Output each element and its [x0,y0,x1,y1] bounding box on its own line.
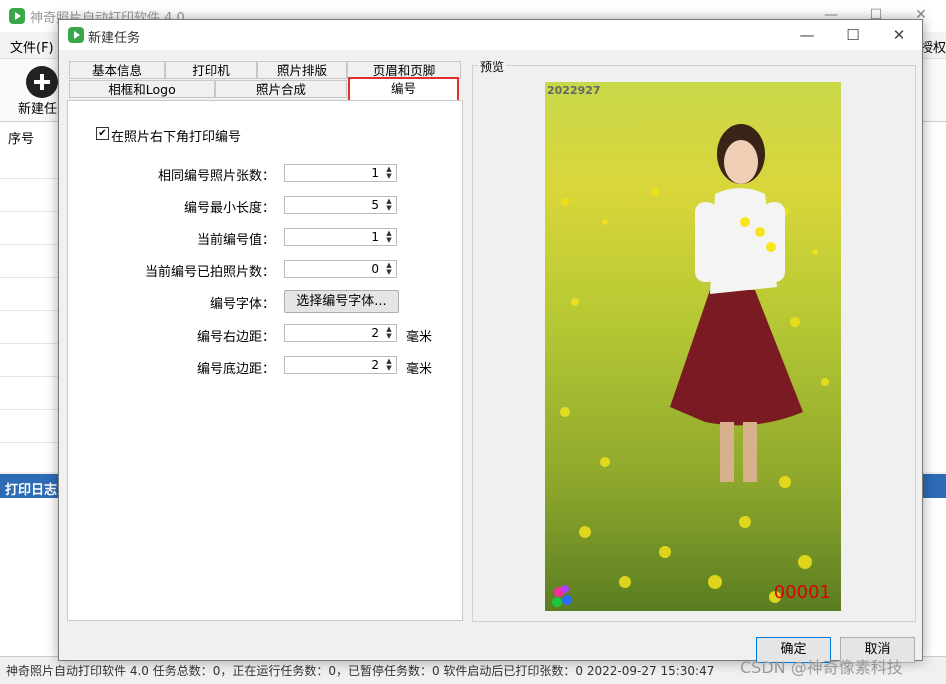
tab-photo-composite[interactable]: 照片合成 [215,80,347,98]
bottom-margin-value: 2 [371,358,379,372]
stepper-arrows-icon[interactable]: ▲ ▼ [384,230,394,244]
bottom-margin-stepper[interactable]: 2 ▲ ▼ [284,356,397,374]
same-count-label: 相同编号照片张数： [157,169,275,184]
preview-photo: 2022927 00001 [545,82,841,611]
table-row [0,277,60,278]
preview-photo-image [552,124,829,607]
min-length-value: 5 [371,198,379,212]
menu-file[interactable]: 文件(F) [10,37,54,56]
same-count-value: 1 [371,166,379,180]
choose-font-button[interactable]: 选择编号字体... [284,290,399,313]
new-task-dialog: 新建任务 — ☐ ✕ 基本信息 打印机 照片排版 页眉和页脚 相框和Logo 照… [58,19,923,663]
stepper-arrows-icon[interactable]: ▲ ▼ [384,326,394,340]
app-icon [9,8,25,24]
table-row [0,211,60,212]
bottom-margin-label: 编号底边距： [196,362,275,377]
dialog-maximize-icon[interactable]: ☐ [837,23,869,47]
watermark: CSDN @神奇像素科技 [740,658,903,677]
right-margin-label: 编号右边距： [196,330,275,345]
tab-photo-layout[interactable]: 照片排版 [257,61,347,79]
right-margin-unit: 毫米 [406,330,433,345]
status-text: 神奇照片自动打印软件 4.0 任务总数：0，正在运行任务数：0，已暂停任务数：0… [6,664,715,678]
tab-basic-info[interactable]: 基本信息 [69,61,165,79]
tab-printer[interactable]: 打印机 [165,61,257,79]
current-shot-value: 0 [371,262,379,276]
current-shot-stepper[interactable]: 0 ▲ ▼ [284,260,397,278]
log-title: 打印日志 [5,483,58,498]
menu-authorize[interactable]: 授权 [920,37,946,56]
table-row [0,409,60,410]
preview-number: 00001 [773,582,831,603]
dialog-close-icon[interactable]: ✕ [883,23,915,47]
add-task-icon[interactable] [26,66,58,98]
tab-frame-logo[interactable]: 相框和Logo [69,80,215,98]
stepper-arrows-icon[interactable]: ▲ ▼ [384,262,394,276]
table-row [0,442,60,443]
table-row [0,244,60,245]
current-shot-label: 当前编号已拍照片数： [144,265,275,280]
print-number-checkbox-label[interactable]: 在照片右下角打印编号 [111,126,241,145]
preview-title: 预览 [478,58,507,75]
stepper-arrows-icon[interactable]: ▲ ▼ [384,198,394,212]
print-number-checkbox[interactable]: ✔ [96,127,109,140]
font-label: 编号字体： [209,297,275,312]
tab-numbering[interactable]: 编号 [348,77,459,101]
dialog-app-icon [68,27,84,43]
dialog-minimize-icon[interactable]: — [791,23,823,47]
current-value-value: 1 [371,230,379,244]
preview-stamp: 2022927 [547,84,601,97]
right-margin-stepper[interactable]: 2 ▲ ▼ [284,324,397,342]
stepper-arrows-icon[interactable]: ▲ ▼ [384,166,394,180]
bottom-margin-unit: 毫米 [406,362,433,377]
dialog-title: 新建任务 [88,31,141,46]
table-header-index: 序号 [8,132,35,147]
table-row [0,343,60,344]
min-length-label: 编号最小长度： [183,201,275,216]
table-row [0,376,60,377]
current-value-stepper[interactable]: 1 ▲ ▼ [284,228,397,246]
stepper-arrows-icon[interactable]: ▲ ▼ [384,358,394,372]
table-row [0,310,60,311]
table-row [0,178,60,179]
right-margin-value: 2 [371,326,379,340]
same-count-stepper[interactable]: 1 ▲ ▼ [284,164,397,182]
current-value-label: 当前编号值： [196,233,275,248]
min-length-stepper[interactable]: 5 ▲ ▼ [284,196,397,214]
